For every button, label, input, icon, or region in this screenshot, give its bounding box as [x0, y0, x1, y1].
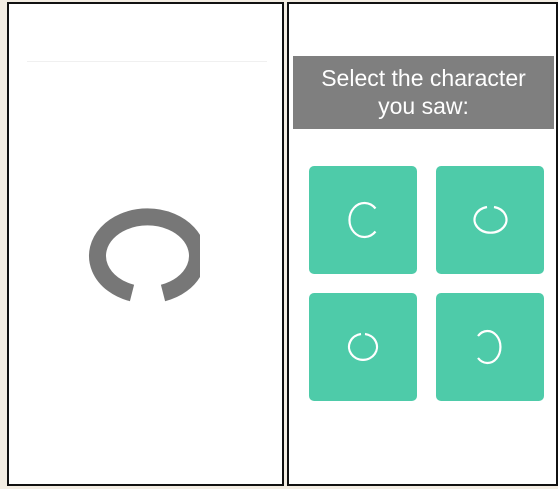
option-c-gap-left-button[interactable]: [436, 293, 544, 401]
divider: [27, 61, 267, 62]
c-ring-gap-bottom-icon: [89, 208, 200, 302]
prompt-text: Select the character you saw:: [321, 65, 526, 119]
response-screen: Select the character you saw:: [287, 2, 558, 486]
prompt-banner: Select the character you saw:: [293, 56, 554, 129]
option-c-gap-top-button[interactable]: [436, 166, 544, 274]
c-ring-gap-right-icon: [348, 201, 377, 239]
c-ring-gap-top-small-icon: [347, 332, 379, 361]
option-c-gap-right-button[interactable]: [309, 166, 417, 274]
c-ring-gap-left-icon: [477, 329, 502, 365]
option-c-gap-top-small-button[interactable]: [309, 293, 417, 401]
c-ring-gap-top-icon: [473, 205, 508, 234]
stimulus-screen: [7, 2, 284, 486]
home-indicator: [469, 485, 493, 486]
